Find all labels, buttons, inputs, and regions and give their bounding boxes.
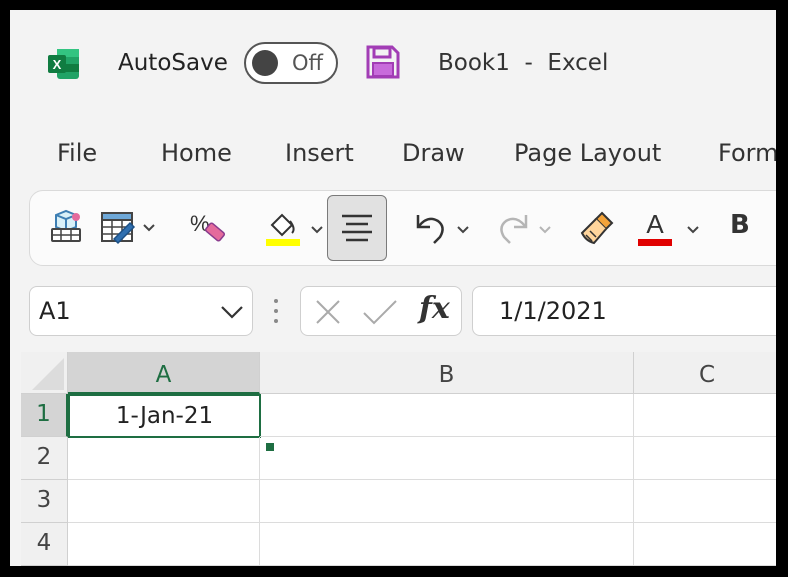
align-center-button[interactable] xyxy=(327,195,387,261)
formula-buttons: fx xyxy=(300,286,462,336)
formula-input[interactable]: 1/1/2021 xyxy=(472,286,776,336)
cell-b1[interactable] xyxy=(260,394,634,437)
format-painter-icon[interactable] xyxy=(576,207,620,251)
align-center-icon xyxy=(342,214,372,242)
3d-model-icon[interactable] xyxy=(46,207,86,251)
name-box-value: A1 xyxy=(39,297,71,325)
autosave-toggle[interactable]: Off xyxy=(244,42,338,84)
font-color-letter: A xyxy=(646,209,664,239)
tab-insert[interactable]: Insert xyxy=(285,139,354,167)
cell-c3[interactable] xyxy=(634,480,776,523)
row-header-1[interactable]: 1 xyxy=(21,394,68,437)
bold-button[interactable]: B xyxy=(730,210,750,240)
row-header-3[interactable]: 3 xyxy=(21,480,68,523)
cell-a2[interactable] xyxy=(68,437,260,480)
toggle-knob xyxy=(252,50,278,76)
autosave-state: Off xyxy=(292,51,323,75)
column-header-b[interactable]: B xyxy=(260,352,634,394)
excel-icon-letter: X xyxy=(53,57,62,72)
tab-formulas[interactable]: Form xyxy=(718,139,776,167)
worksheet-grid: A B C 1 2 3 4 1-Jan-21 xyxy=(21,352,776,566)
row-header-4[interactable]: 4 xyxy=(21,523,68,566)
undo-icon[interactable] xyxy=(408,207,474,251)
column-header-a[interactable]: A xyxy=(68,352,260,394)
cell-c1[interactable] xyxy=(634,394,776,437)
tab-file[interactable]: File xyxy=(57,139,97,167)
excel-window: X AutoSave Off Book1 - Excel File Home I… xyxy=(10,10,776,566)
quick-toolbar: % A B xyxy=(29,190,776,266)
tab-draw[interactable]: Draw xyxy=(402,139,465,167)
cell-c4[interactable] xyxy=(634,523,776,566)
redo-icon xyxy=(490,207,556,251)
cell-a4[interactable] xyxy=(68,523,260,566)
fill-handle[interactable] xyxy=(265,442,275,452)
excel-app-icon[interactable]: X xyxy=(47,47,81,81)
tab-home[interactable]: Home xyxy=(161,139,232,167)
cell-c2[interactable] xyxy=(634,437,776,480)
name-box[interactable]: A1 xyxy=(29,286,253,336)
document-title: Book1 - Excel xyxy=(438,50,609,76)
cancel-icon[interactable] xyxy=(313,297,343,327)
cell-a3[interactable] xyxy=(68,480,260,523)
tab-page-layout[interactable]: Page Layout xyxy=(514,139,661,167)
percent-style-icon[interactable]: % xyxy=(188,207,232,251)
autosave-label: AutoSave xyxy=(118,50,228,76)
format-as-table-icon[interactable] xyxy=(96,207,156,251)
cell-a1[interactable]: 1-Jan-21 xyxy=(68,394,261,438)
save-icon[interactable] xyxy=(365,44,401,80)
cell-b3[interactable] xyxy=(260,480,634,523)
fill-color-icon[interactable] xyxy=(262,207,324,251)
column-header-c[interactable]: C xyxy=(634,352,776,394)
insert-function-button[interactable]: fx xyxy=(419,291,450,326)
row-header-2[interactable]: 2 xyxy=(21,437,68,480)
cell-b2[interactable] xyxy=(260,437,634,480)
drag-handle-icon[interactable] xyxy=(272,296,280,326)
cell-b4[interactable] xyxy=(260,523,634,566)
formula-value: 1/1/2021 xyxy=(499,297,607,325)
ribbon-tabs: File Home Insert Draw Page Layout Form xyxy=(10,135,776,175)
enter-check-icon[interactable] xyxy=(361,297,399,327)
font-color-icon[interactable]: A xyxy=(636,207,706,251)
chevron-down-icon xyxy=(221,306,243,319)
select-all-corner[interactable] xyxy=(21,352,68,394)
